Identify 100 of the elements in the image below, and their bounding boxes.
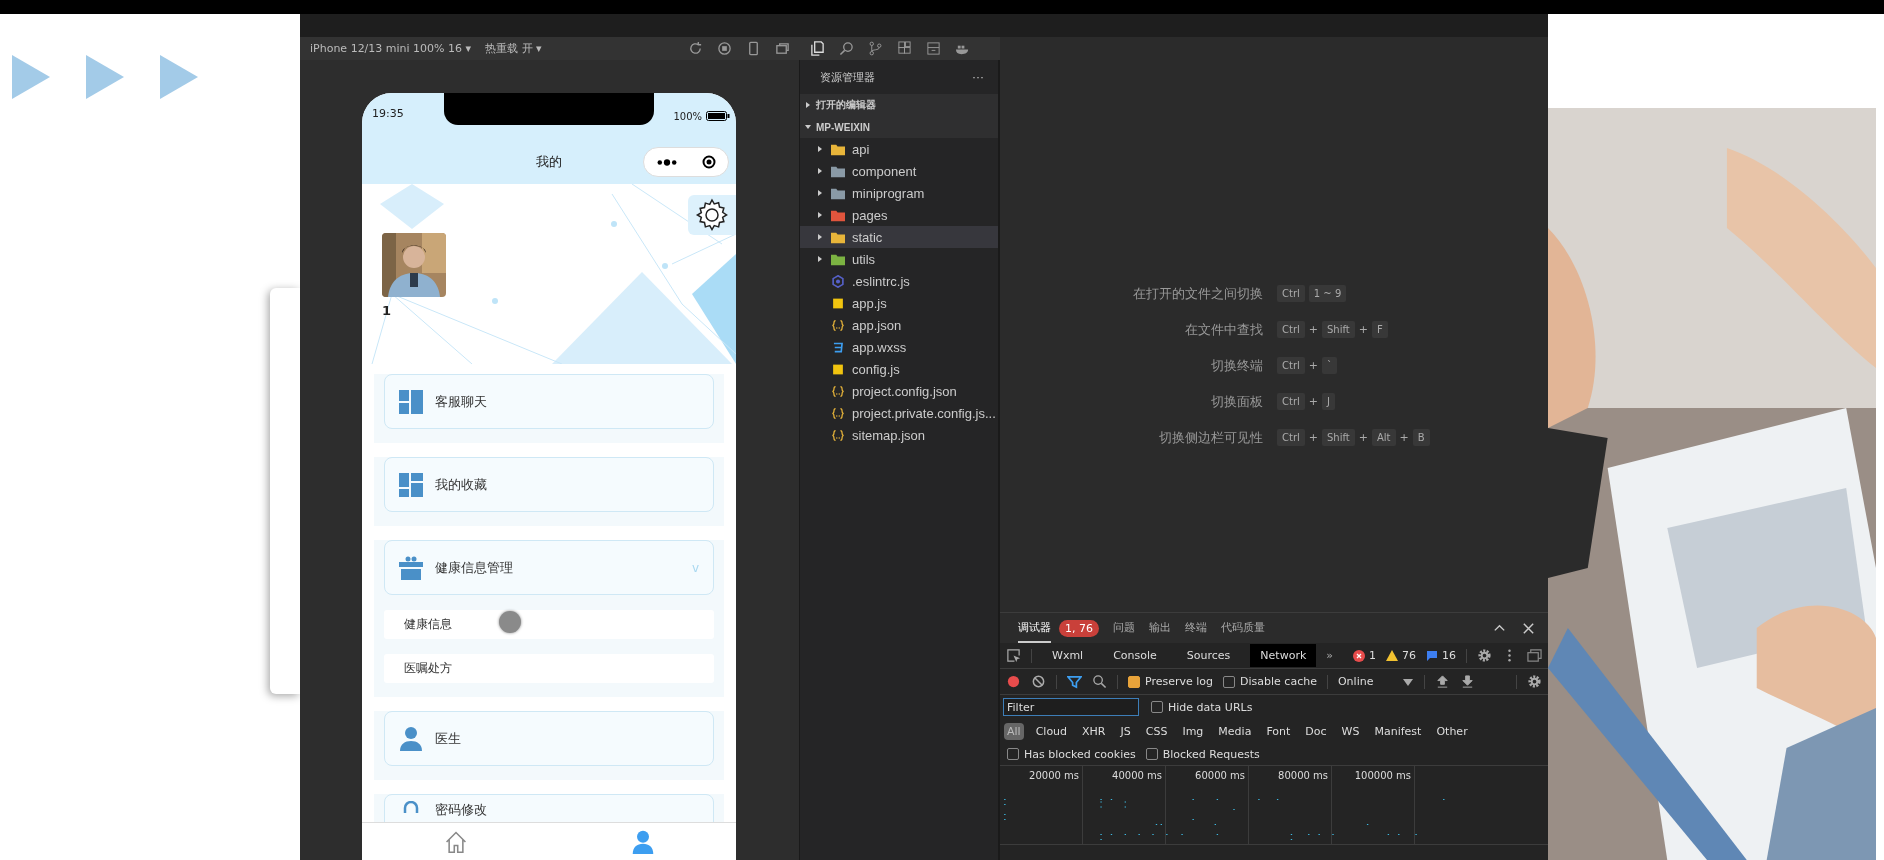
page-title: 我的 xyxy=(536,153,562,171)
search-icon[interactable] xyxy=(1092,674,1107,689)
file-tree-item[interactable]: app.js xyxy=(800,292,998,314)
filter-icon[interactable] xyxy=(1067,674,1082,689)
caret-icon: v xyxy=(691,560,699,575)
menu-item[interactable]: 客服聊天 xyxy=(384,374,714,429)
panel-tab[interactable]: 调试器 xyxy=(1018,613,1051,643)
section-header[interactable]: MP-WEIXIN xyxy=(800,116,998,138)
upload-icon[interactable] xyxy=(1434,674,1450,689)
panel-title: 资源管理器 xyxy=(820,69,875,85)
window-icon[interactable] xyxy=(775,41,790,56)
battery-percent: 100% xyxy=(673,110,702,122)
user-icon[interactable] xyxy=(630,829,655,854)
info-count: 16 xyxy=(1442,649,1457,662)
type-filter[interactable]: Doc xyxy=(1302,722,1330,740)
file-tree-item[interactable]: miniprogram xyxy=(800,182,998,204)
clear-icon[interactable] xyxy=(1031,674,1046,689)
checkbox[interactable] xyxy=(1145,748,1158,760)
file-tree-item[interactable]: app.json xyxy=(800,314,998,336)
phone-icon[interactable] xyxy=(746,41,761,56)
type-filter[interactable]: Font xyxy=(1263,722,1294,740)
file-tree-item[interactable]: pages xyxy=(800,204,998,226)
key-cap: Ctrl xyxy=(1277,321,1305,338)
home-icon[interactable] xyxy=(443,829,468,854)
key-cap: Ctrl xyxy=(1277,357,1305,374)
css-file-icon xyxy=(831,340,845,354)
file-tree-item[interactable]: app.wxss xyxy=(800,336,998,358)
file-tree-item[interactable]: api xyxy=(800,138,998,160)
panel-tab[interactable]: 终端 xyxy=(1185,613,1207,643)
device-selector[interactable]: iPhone 12/13 mini 100% 16 ▾ xyxy=(310,42,472,55)
hot-reload-toggle[interactable]: 热重载 开 ▾ xyxy=(485,41,542,56)
file-tree-item[interactable]: .eslintrc.js xyxy=(800,270,998,292)
devtools-tab[interactable]: Network xyxy=(1250,644,1317,667)
type-filter[interactable]: Media xyxy=(1215,722,1255,740)
type-filter[interactable]: Manifest xyxy=(1371,722,1425,740)
file-tree-item[interactable]: project.private.config.js... xyxy=(800,402,998,424)
type-filter[interactable]: JS xyxy=(1117,722,1134,740)
settings-button[interactable] xyxy=(688,195,736,235)
checkbox[interactable] xyxy=(1151,701,1163,713)
plus-sign: + xyxy=(1308,359,1318,372)
settings-icon[interactable] xyxy=(1527,674,1542,689)
checkbox-label: Disable cache xyxy=(1240,675,1317,688)
type-filter[interactable]: Cloud xyxy=(1032,722,1071,740)
search-icon[interactable] xyxy=(839,41,854,56)
throttle-dropdown[interactable]: Online xyxy=(1337,675,1392,688)
settings-icon[interactable] xyxy=(1477,648,1493,663)
checkbox[interactable] xyxy=(1223,675,1236,688)
menu-item[interactable]: 密码修改 xyxy=(384,794,714,822)
menu-group-header[interactable]: 健康信息管理 v xyxy=(384,540,714,595)
devtools-tab[interactable]: Sources xyxy=(1176,644,1241,667)
shortcut-label: 在打开的文件之间切换 xyxy=(1132,284,1263,303)
files-icon[interactable] xyxy=(810,41,825,56)
submenu-item[interactable]: 医嘱处方 xyxy=(384,654,714,683)
devtools-tab[interactable]: Wxml xyxy=(1042,644,1094,667)
timeline-tick: 100000 ms xyxy=(1354,770,1411,781)
file-tree-item[interactable]: utils xyxy=(800,248,998,270)
count-badge: 1, 76 xyxy=(1059,619,1099,637)
menu-item[interactable]: 医生 xyxy=(384,711,714,766)
panel-tab[interactable]: 输出 xyxy=(1149,613,1171,643)
hexagon-icon xyxy=(831,274,845,288)
type-filter[interactable]: Img xyxy=(1179,722,1207,740)
warning-count: 76 xyxy=(1402,649,1417,662)
type-filter[interactable]: CSS xyxy=(1142,722,1171,740)
capsule-menu[interactable] xyxy=(643,147,729,177)
file-tree-item[interactable]: project.config.json xyxy=(800,380,998,402)
section-header[interactable]: 打开的编辑器 xyxy=(800,94,998,116)
menu-item[interactable]: 我的收藏 xyxy=(384,457,714,512)
type-filter[interactable]: XHR xyxy=(1079,722,1109,740)
refresh-icon[interactable] xyxy=(688,41,703,56)
key-cap: J xyxy=(1322,393,1335,410)
file-tree-item[interactable]: config.js xyxy=(800,358,998,380)
devtools-tab[interactable]: Console xyxy=(1103,644,1167,667)
filter-field[interactable]: Filter xyxy=(1003,698,1139,716)
file-tree-item[interactable]: static xyxy=(800,226,998,248)
file-tree-item[interactable]: sitemap.json xyxy=(800,424,998,446)
menu-label: 密码修改 xyxy=(435,801,487,819)
file-tree-item[interactable]: component xyxy=(800,160,998,182)
submenu-item[interactable]: 健康信息 xyxy=(384,610,714,639)
record-icon[interactable] xyxy=(1006,674,1021,689)
storage-icon[interactable] xyxy=(926,41,941,56)
panel-tab[interactable]: 问题 xyxy=(1113,613,1135,643)
inspect-icon[interactable] xyxy=(1006,648,1021,663)
panel-tab[interactable]: 代码质量 xyxy=(1221,613,1265,643)
extensions-icon[interactable] xyxy=(897,41,912,56)
key-cap: 1 ~ 9 xyxy=(1308,285,1347,302)
download-icon[interactable] xyxy=(1459,674,1475,689)
branch-icon[interactable] xyxy=(868,41,883,56)
type-filter[interactable]: WS xyxy=(1338,722,1363,740)
shortcut-label: 切换侧边栏可见性 xyxy=(1158,428,1263,447)
checkbox[interactable] xyxy=(1007,748,1019,760)
more-button[interactable]: ··· xyxy=(972,70,984,84)
checkbox-label: Hide data URLs xyxy=(1168,700,1253,714)
type-filter[interactable]: Other xyxy=(1433,722,1471,740)
more-tabs-button[interactable]: » xyxy=(1326,649,1334,662)
key-cap: Ctrl xyxy=(1277,429,1305,446)
checkbox[interactable] xyxy=(1128,675,1140,688)
more-dots-icon xyxy=(656,157,678,167)
undock-icon[interactable] xyxy=(1527,648,1543,663)
layout-icon xyxy=(399,389,423,414)
stop-icon[interactable] xyxy=(717,41,732,56)
